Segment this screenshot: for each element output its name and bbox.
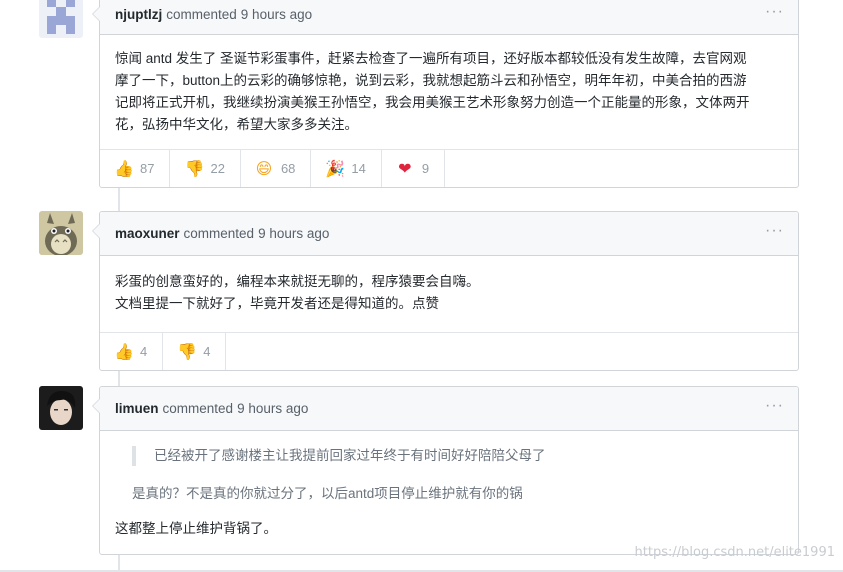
comment-card: maoxuner commented 9 hours ago ··· 彩蛋的创意…: [92, 211, 799, 371]
reaction-heart-button[interactable]: ❤ 9: [382, 150, 446, 187]
avatar[interactable]: [39, 386, 83, 430]
thumbs-up-icon: 👍: [114, 160, 134, 178]
comment-text-line: 记即将正式开机，我继续扮演美猴王孙悟空，我会用美猴王艺术形象努力创造一个正能量的…: [115, 95, 750, 110]
thumbs-down-icon: 👎: [177, 343, 198, 361]
comment-text-line: 花，弘扬中华文化，希望大家多多关注。: [115, 117, 358, 132]
reaction-count: 4: [140, 344, 148, 359]
totoro-avatar-icon: [39, 211, 83, 255]
reactions-bar: 👍 4 👎 4: [100, 332, 798, 370]
comment-body: 彩蛋的创意蛮好的，编程本来就挺无聊的，程序猿要会自嗨。 文档里提一下就好了，毕竟…: [100, 256, 798, 332]
laugh-icon: 😄: [255, 160, 273, 178]
comment-header: limuen commented 9 hours ago ···: [100, 387, 798, 431]
comment-card: limuen commented 9 hours ago ··· 已经被开了感谢…: [92, 386, 799, 555]
tada-icon: 🎉: [325, 160, 346, 178]
comment-header: njuptlzj commented 9 hours ago ···: [100, 0, 798, 35]
comment-header: maoxuner commented 9 hours ago ···: [100, 212, 798, 256]
thumbs-down-icon: 👎: [184, 160, 205, 178]
comment-time[interactable]: 9 hours ago: [241, 7, 312, 22]
blockquote: 已经被开了感谢楼主让我提前回家过年终于有时间好好陪陪父母了: [132, 446, 783, 466]
reaction-thumbs-up-button[interactable]: 👍 4: [100, 333, 164, 370]
reaction-count: 14: [351, 161, 366, 176]
comment-text-line: 文档里提一下就好了，毕竟开发者还是得知道的。点赞: [115, 296, 439, 311]
avatar[interactable]: [39, 211, 83, 255]
more-options-icon[interactable]: ···: [765, 398, 784, 414]
thumbs-up-icon: 👍: [114, 343, 134, 361]
more-options-icon[interactable]: ···: [765, 4, 784, 20]
comment-time[interactable]: 9 hours ago: [258, 226, 329, 241]
reaction-tada-button[interactable]: 🎉 14: [311, 150, 382, 187]
comment-text-line: 摩了一下，button上的云彩的确够惊艳，说到云彩，我就想起筋斗云和孙悟空，明年…: [115, 73, 747, 88]
reaction-count: 4: [203, 344, 211, 359]
comment-author[interactable]: njuptlzj: [115, 7, 162, 22]
comment-time[interactable]: 9 hours ago: [237, 401, 308, 416]
comment-body: 已经被开了感谢楼主让我提前回家过年终于有时间好好陪陪父母了 是真的？不是真的你就…: [100, 431, 798, 554]
reaction-count: 87: [140, 161, 155, 176]
comment-text-line: 惊闻 antd 发生了 圣诞节彩蛋事件，赶紧去检查了一遍所有项目，还好版本都较低…: [115, 51, 747, 66]
comment-verb: commented: [183, 226, 255, 241]
reaction-count: 68: [280, 161, 296, 176]
quote-reply-text: 是真的？不是真的你就过分了，以后antd项目停止维护就有你的锅: [132, 486, 523, 501]
comment-author[interactable]: maoxuner: [115, 226, 180, 241]
reaction-thumbs-down-button[interactable]: 👎 4: [163, 333, 227, 370]
comment-verb: commented: [166, 7, 237, 22]
reaction-count: 9: [421, 161, 430, 176]
comment-card: njuptlzj commented 9 hours ago ··· 惊闻 an…: [92, 0, 799, 188]
comment-timeline: njuptlzj commented 9 hours ago ··· 惊闻 an…: [0, 0, 843, 572]
comment-text-line: 这都整上停止维护背锅了。: [115, 521, 277, 536]
reactions-bar: 👍 87 👎 22 😄 68 🎉 14 ❤ 9: [100, 149, 798, 187]
comment-text-line: 彩蛋的创意蛮好的，编程本来就挺无聊的，程序猿要会自嗨。: [115, 274, 480, 289]
more-options-icon[interactable]: ···: [765, 223, 784, 239]
comment-verb: commented: [162, 401, 234, 416]
reaction-thumbs-up-button[interactable]: 👍 87: [100, 150, 171, 187]
comment-body: 惊闻 antd 发生了 圣诞节彩蛋事件，赶紧去检查了一遍所有项目，还好版本都较低…: [100, 35, 798, 149]
comment-author[interactable]: limuen: [115, 401, 159, 416]
user-photo-avatar-icon: [39, 386, 83, 430]
reaction-laugh-button[interactable]: 😄 68: [241, 150, 312, 187]
watermark: https://blog.csdn.net/elite1991: [634, 545, 835, 560]
identicon-avatar-icon: [39, 0, 83, 38]
reaction-count: 22: [210, 161, 225, 176]
heart-icon: ❤: [398, 160, 412, 178]
reaction-thumbs-down-button[interactable]: 👎 22: [170, 150, 241, 187]
avatar[interactable]: [39, 0, 83, 38]
